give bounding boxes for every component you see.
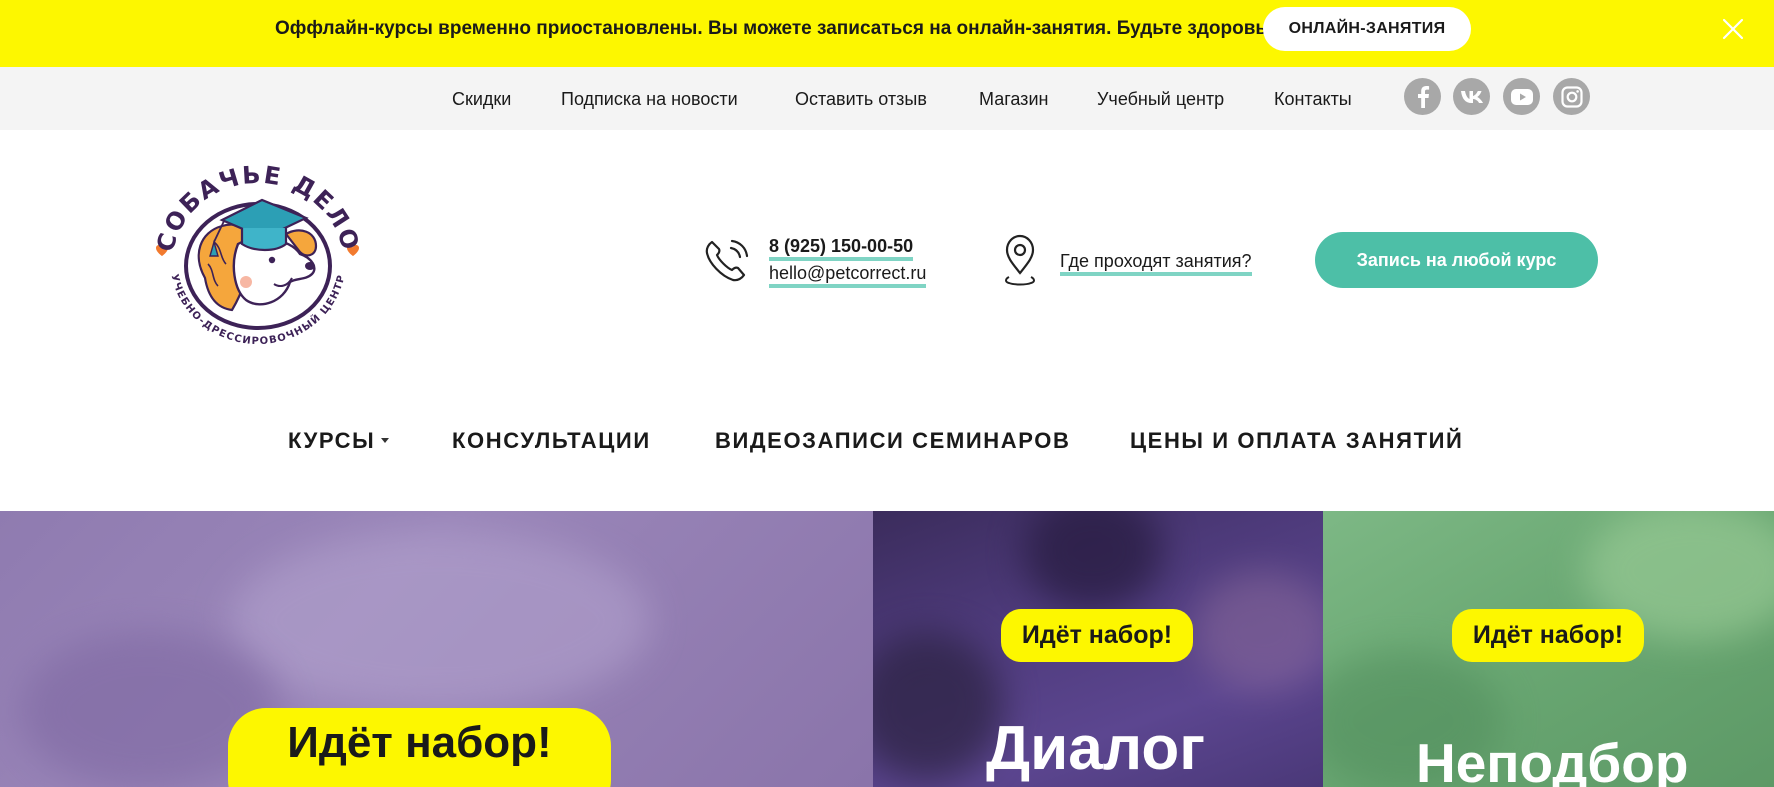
panel-title-nepodbor: Неподбор <box>1416 732 1689 787</box>
background-blur <box>1193 571 1323 691</box>
youtube-icon[interactable] <box>1503 78 1540 115</box>
hero-panel-dialog[interactable]: Идёт набор! Диалог <box>873 511 1323 787</box>
banner-text: Оффлайн-курсы временно приостановлены. В… <box>275 18 1278 39</box>
hero-panel-main[interactable]: Идёт набор! <box>0 511 873 787</box>
mainnav-item-prices[interactable]: ЦЕНЫ И ОПЛАТА ЗАНЯТИЙ <box>1130 428 1463 454</box>
phone-link[interactable]: 8 (925) 150-00-50 <box>769 236 914 261</box>
recruiting-badge: Идёт набор! <box>228 708 611 787</box>
subnav-item-training-center[interactable]: Учебный центр <box>1097 89 1224 110</box>
mainnav-item-seminar-videos[interactable]: ВИДЕОЗАПИСИ СЕМИНАРОВ <box>715 428 1070 454</box>
enroll-any-course-button[interactable]: Запись на любой курс <box>1315 232 1598 288</box>
recruiting-badge: Идёт набор! <box>1001 609 1193 662</box>
background-blur <box>230 531 650 711</box>
subnav-item-shop[interactable]: Магазин <box>979 89 1048 110</box>
background-blur <box>1023 511 1163 611</box>
logo[interactable]: СОБАЧЬЕ ДЕЛО УЧЕБНО-ДРЕССИРОВОЧНЫЙ ЦЕНТР <box>150 160 365 350</box>
recruiting-badge: Идёт набор! <box>1452 609 1644 662</box>
email-link[interactable]: hello@petcorrect.ru <box>769 263 927 288</box>
subnav-item-contacts[interactable]: Контакты <box>1274 89 1352 110</box>
phone-icon <box>705 239 749 282</box>
where-classes-link[interactable]: Где проходят занятия? <box>1060 251 1252 276</box>
subnav-item-discounts[interactable]: Скидки <box>452 89 511 110</box>
mainnav-item-courses[interactable]: КУРСЫ <box>288 428 375 454</box>
facebook-icon[interactable] <box>1404 78 1441 115</box>
secondary-nav: Скидки Подписка на новости Оставить отзы… <box>0 67 1774 130</box>
chevron-down-icon[interactable] <box>381 438 389 443</box>
subnav-item-review[interactable]: Оставить отзыв <box>795 89 927 110</box>
background-blur <box>873 631 1003 781</box>
close-icon[interactable] <box>1721 17 1745 41</box>
hero-panel-nepodbor[interactable]: Идёт набор! Неподбор <box>1323 511 1774 787</box>
notice-banner: Оффлайн-курсы временно приостановлены. В… <box>0 0 1774 67</box>
location-pin-icon <box>1005 234 1035 286</box>
instagram-icon[interactable] <box>1553 78 1590 115</box>
subnav-item-newsletter[interactable]: Подписка на новости <box>561 89 738 110</box>
panel-title-dialog: Диалог <box>986 714 1206 783</box>
online-classes-button[interactable]: ОНЛАЙН-ЗАНЯТИЯ <box>1263 7 1471 51</box>
mainnav-item-consultations[interactable]: КОНСУЛЬТАЦИИ <box>452 428 651 454</box>
vk-icon[interactable] <box>1453 78 1490 115</box>
